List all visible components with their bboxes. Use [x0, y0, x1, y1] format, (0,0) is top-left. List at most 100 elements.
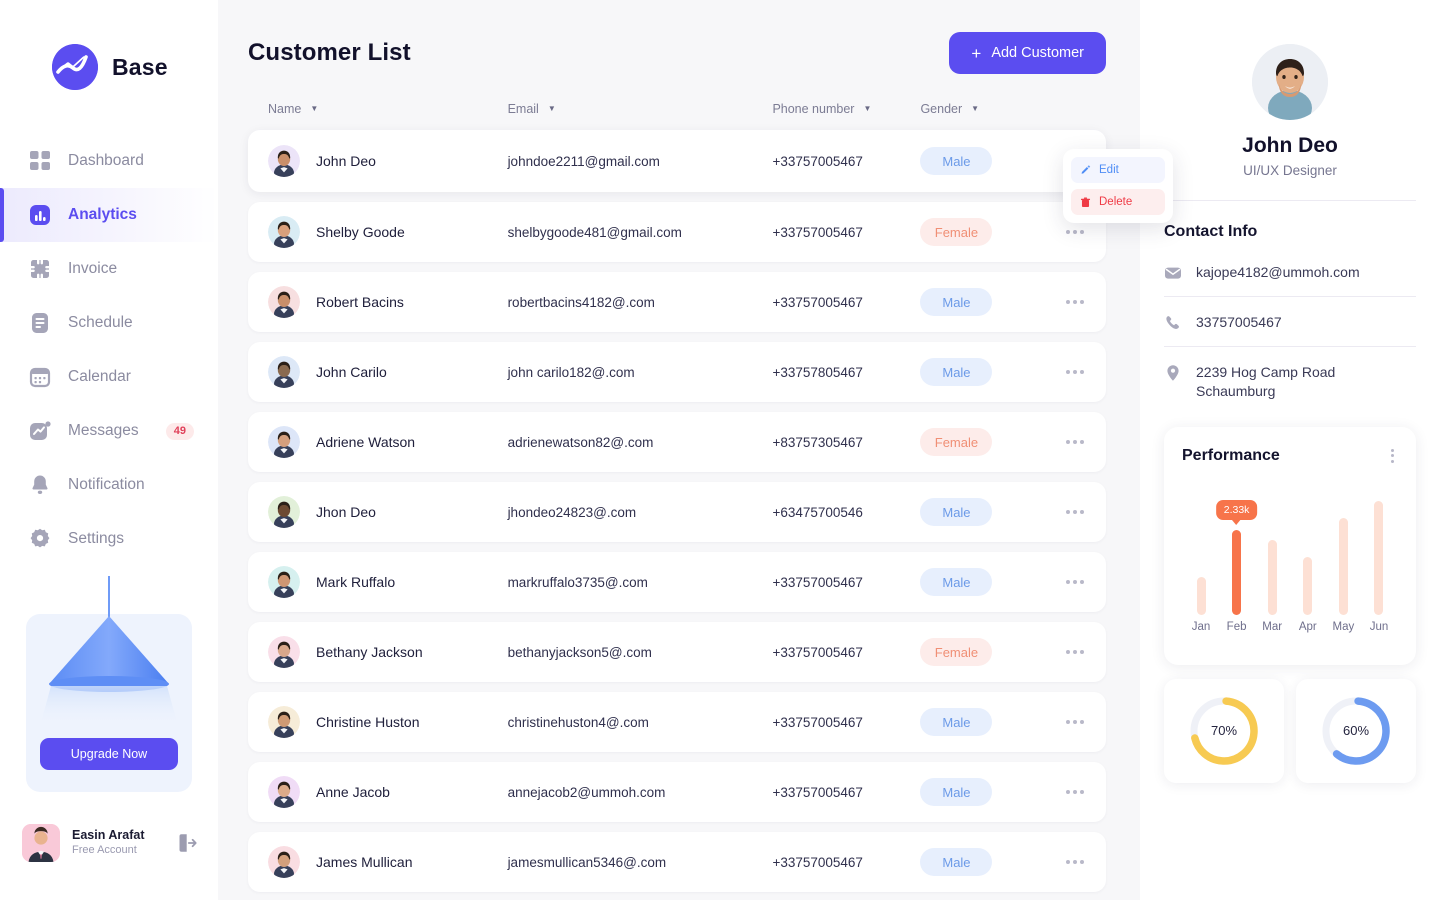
sidebar-user-meta: Easin Arafat Free Account — [72, 828, 164, 857]
gender-badge: Female — [920, 218, 993, 246]
row-menu-icon[interactable] — [1064, 504, 1086, 520]
row-menu-icon[interactable] — [1064, 854, 1086, 870]
row-name: Anne Jacob — [316, 784, 390, 800]
bar — [1196, 576, 1206, 615]
sidebar-item-invoice[interactable]: Invoice — [0, 242, 218, 296]
cell-gender: Male — [920, 147, 1037, 175]
contact-email-row[interactable]: kajope4182@ummoh.com — [1164, 247, 1416, 297]
sidebar-item-calendar[interactable]: Calendar — [0, 350, 218, 404]
performance-x-axis: Jan Feb Mar Apr May Jun — [1182, 615, 1398, 633]
context-menu-delete[interactable]: Delete — [1071, 189, 1165, 215]
caret-down-icon: ▼ — [547, 104, 556, 113]
gender-badge: Male — [920, 358, 993, 386]
row-menu-icon[interactable] — [1064, 294, 1086, 310]
row-email: john carilo182@.com — [507, 364, 635, 380]
sidebar-item-label: Calendar — [68, 368, 131, 385]
donut-chart: 60% — [1319, 694, 1393, 768]
row-menu-icon[interactable] — [1064, 364, 1086, 380]
logout-icon[interactable] — [176, 832, 198, 854]
table-row[interactable]: Jhon Deo jhondeo24823@.com +63475700546 Mal… — [248, 482, 1106, 542]
phone-icon — [1164, 314, 1182, 332]
cell-gender: Male — [920, 288, 1037, 316]
row-menu-icon[interactable] — [1064, 434, 1086, 450]
table-row[interactable]: John Deo johndoe2211@gmail.com +3375700546… — [248, 130, 1106, 192]
row-phone: +33757005467 — [772, 714, 863, 730]
row-menu-icon[interactable] — [1064, 224, 1086, 240]
brand-name: Base — [112, 53, 168, 80]
table-row[interactable]: Mark Ruffalo markruffalo3735@.com +3375700… — [248, 552, 1106, 612]
performance-card: Performance 2.33k Jan Feb Mar Apr May Jun — [1164, 426, 1416, 665]
table-row[interactable]: Anne Jacob annejacob2@ummoh.com +337570054… — [248, 762, 1106, 822]
contact-phone-row[interactable]: 33757005467 — [1164, 297, 1416, 347]
table-row[interactable]: John Carilo john carilo182@.com +337578054… — [248, 342, 1106, 402]
cell-gender: Female — [920, 218, 1037, 246]
sidebar-item-schedule[interactable]: Schedule — [0, 296, 218, 350]
gender-badge: Male — [920, 147, 993, 175]
sidebar: Base Dashboard Analytics Invoice Schedul… — [0, 0, 218, 900]
table-row[interactable]: Shelby Goode shelbygoode481@gmail.com +337… — [248, 202, 1106, 262]
upgrade-now-button[interactable]: Upgrade Now — [40, 738, 178, 770]
sidebar-item-notification[interactable]: Notification — [0, 458, 218, 512]
row-menu-icon[interactable] — [1064, 574, 1086, 590]
profile-name: John Deo — [1242, 134, 1338, 157]
contact-email-value: kajope4182@ummoh.com — [1196, 264, 1360, 280]
bar — [1303, 556, 1313, 615]
donut-cards: 70% 60% — [1164, 678, 1416, 783]
vertical-dots-icon[interactable] — [1387, 445, 1398, 467]
cell-gender: Male — [920, 778, 1037, 806]
contact-address-row[interactable]: 2239 Hog Camp Road Schaumburg — [1164, 347, 1416, 415]
row-menu-icon[interactable] — [1064, 784, 1086, 800]
cell-name: John Carilo — [268, 356, 508, 388]
row-phone: +33757805467 — [772, 364, 863, 380]
messages-icon — [28, 419, 52, 443]
sidebar-item-label: Messages — [68, 422, 139, 439]
table-row[interactable]: Christine Huston christinehuston4@.com +33… — [248, 692, 1106, 752]
row-phone: +33757005467 — [772, 224, 863, 240]
sidebar-item-settings[interactable]: Settings — [0, 512, 218, 566]
row-phone: +63475700546 — [772, 504, 863, 520]
sidebar-user-name: Easin Arafat — [72, 828, 145, 843]
bar-column — [1328, 481, 1358, 615]
detail-panel: John Deo UI/UX Designer Contact Info kaj… — [1140, 0, 1440, 900]
row-name: Christine Huston — [316, 714, 420, 730]
table-row[interactable]: James Mullican jamesmullican5346@.com +337… — [248, 832, 1106, 892]
column-header-email[interactable]: Email ▼ — [508, 102, 773, 116]
sidebar-item-messages[interactable]: Messages 49 — [0, 404, 218, 458]
row-phone: +33757005467 — [772, 644, 863, 660]
sidebar-item-label: Invoice — [68, 260, 118, 277]
table-row[interactable]: Robert Bacins robertbacins4182@.com +33757… — [248, 272, 1106, 332]
avatar — [268, 216, 300, 248]
row-email: johndoe2211@gmail.com — [507, 153, 660, 169]
row-menu-icon[interactable] — [1064, 714, 1086, 730]
table-row[interactable]: Adriene Watson adrienewatson82@.com +83757… — [248, 412, 1106, 472]
app-root: Base Dashboard Analytics Invoice Schedul… — [0, 0, 1440, 900]
bar — [1232, 529, 1242, 615]
customer-table: Name ▼ Email ▼ Phone number ▼ Gender ▼ J… — [248, 96, 1173, 892]
context-menu-edit[interactable]: Edit — [1071, 157, 1165, 183]
gender-badge: Male — [920, 708, 993, 736]
context-menu-edit-label: Edit — [1099, 164, 1119, 176]
donut-value: 60% — [1342, 723, 1370, 739]
cell-name: Jhon Deo — [268, 496, 508, 528]
calendar-icon — [28, 365, 52, 389]
column-header-name[interactable]: Name ▼ — [268, 102, 508, 116]
sidebar-item-analytics[interactable]: Analytics — [0, 188, 218, 242]
x-tick-label: Jan — [1191, 620, 1211, 633]
row-name: John Carilo — [316, 364, 387, 380]
add-customer-button[interactable]: + Add Customer — [949, 32, 1106, 74]
row-menu-icon[interactable] — [1064, 644, 1086, 660]
table-row[interactable]: Bethany Jackson bethanyjackson5@.com +3375… — [248, 622, 1106, 682]
sidebar-item-dashboard[interactable]: Dashboard — [0, 134, 218, 188]
cell-name: Anne Jacob — [268, 776, 508, 808]
donut-chart: 70% — [1187, 694, 1261, 768]
row-phone: +33757005467 — [772, 784, 863, 800]
gender-badge: Male — [920, 498, 993, 526]
sidebar-user[interactable]: Easin Arafat Free Account — [0, 824, 218, 900]
gender-badge: Female — [920, 638, 993, 666]
caret-down-icon: ▼ — [310, 104, 319, 113]
column-header-phone[interactable]: Phone number ▼ — [772, 102, 920, 116]
sidebar-item-label: Settings — [68, 530, 125, 547]
column-header-gender[interactable]: Gender ▼ — [920, 102, 1037, 116]
bell-icon — [28, 473, 52, 497]
row-name: Bethany Jackson — [316, 644, 423, 660]
